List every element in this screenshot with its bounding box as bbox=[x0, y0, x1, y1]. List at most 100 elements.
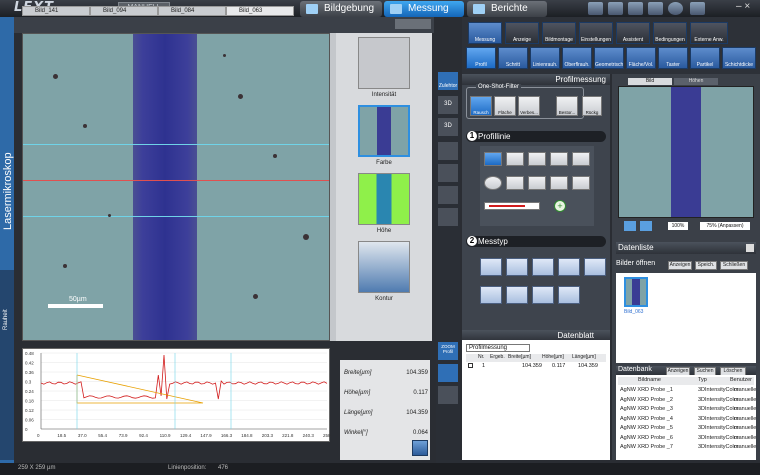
ribbon-assistent[interactable]: Assistent bbox=[616, 22, 650, 44]
zoom-out-tool[interactable]: Zulehtor bbox=[438, 72, 458, 90]
polyline-icon[interactable] bbox=[550, 176, 568, 190]
tool-partikel[interactable]: Partikel bbox=[690, 47, 720, 69]
measure-peak-icon[interactable] bbox=[558, 286, 580, 304]
layer-tool[interactable] bbox=[438, 186, 458, 204]
thumb-contour[interactable] bbox=[358, 241, 410, 293]
datasheet-select[interactable]: Profilmessung bbox=[466, 344, 530, 352]
thumb-intensity[interactable] bbox=[358, 37, 410, 89]
tool-flaeche-vol[interactable]: Fläche/Vol. bbox=[626, 47, 656, 69]
measure-slope-icon[interactable] bbox=[480, 286, 502, 304]
image-tab-4[interactable]: Bild_063 bbox=[226, 6, 294, 16]
profile-graph[interactable]: 0.48 0.42 0.36 0.3 0.24 0.18 0.12 0.06 0 0 18.5 37.… bbox=[22, 348, 335, 442]
table-row[interactable]: AgNW XRD Probe _4 3DIntensityColor manuell… bbox=[618, 416, 756, 424]
filter-bestor[interactable]: Bestor... bbox=[556, 96, 578, 116]
line-vertical-icon[interactable] bbox=[506, 152, 524, 166]
save-as-icon[interactable] bbox=[608, 2, 623, 15]
thumb-color[interactable] bbox=[358, 105, 410, 157]
circle-line-icon[interactable] bbox=[484, 176, 502, 190]
filter-rueckgaengig[interactable]: Rückg bbox=[582, 96, 602, 116]
measure-slope-alt-icon[interactable] bbox=[506, 286, 528, 304]
multi-line-icon[interactable] bbox=[572, 176, 590, 190]
line-width-slider[interactable] bbox=[484, 202, 540, 210]
tool-schichtdicke[interactable]: Schichtdicke bbox=[722, 47, 756, 69]
brush-tool[interactable] bbox=[438, 142, 458, 160]
line-diagonal-alt-icon[interactable] bbox=[550, 152, 568, 166]
view-3d-alt-tool[interactable]: 3D bbox=[438, 118, 458, 136]
main-image[interactable]: 50µm bbox=[22, 33, 330, 341]
save-icon[interactable] bbox=[588, 2, 603, 15]
list-speichern-button[interactable]: Speich. bbox=[695, 261, 717, 270]
measure-triangle[interactable] bbox=[76, 374, 204, 404]
measure-point-icon[interactable] bbox=[584, 258, 606, 276]
tab-berichte[interactable]: Berichte bbox=[467, 1, 547, 17]
curve-icon[interactable] bbox=[528, 176, 546, 190]
ribbon-einstellungen[interactable]: Einstellungen bbox=[579, 22, 613, 44]
cursor-line-top[interactable] bbox=[23, 144, 329, 145]
zoom-out-icon[interactable] bbox=[640, 221, 652, 231]
filter-rausch[interactable]: Rausch bbox=[470, 96, 492, 116]
table-row[interactable]: AgNW XRD Probe _6 3DIntensityColor manuell… bbox=[618, 435, 756, 443]
row-checkbox[interactable] bbox=[468, 363, 473, 368]
tool-taster[interactable]: Taster bbox=[658, 47, 688, 69]
measure-check-icon[interactable] bbox=[532, 286, 554, 304]
zoom-value[interactable]: 100% bbox=[668, 222, 688, 230]
measure-step-icon[interactable] bbox=[480, 258, 502, 276]
profile-line[interactable] bbox=[23, 180, 329, 181]
tool-profil[interactable]: Profil bbox=[466, 47, 496, 69]
minimize-icon[interactable]: – × bbox=[736, 1, 750, 12]
thumb-height[interactable] bbox=[358, 173, 410, 225]
chart-tool[interactable] bbox=[438, 364, 458, 382]
view-3d-tool[interactable]: 3D bbox=[438, 96, 458, 114]
ribbon-messung[interactable]: Messung bbox=[468, 22, 502, 44]
print-icon[interactable] bbox=[628, 2, 643, 15]
zoom-fit[interactable]: 75% (Anpassen) bbox=[700, 222, 750, 230]
measure-circle-icon[interactable] bbox=[532, 258, 554, 276]
table-row[interactable]: AgNW XRD Probe _3 3DIntensityColor manuell… bbox=[618, 406, 756, 414]
measure-area-icon[interactable] bbox=[506, 258, 528, 276]
table-row[interactable]: 1 104.359 0.117 104.359 bbox=[466, 363, 606, 371]
ribbon-anzeige[interactable]: Anzeige bbox=[505, 22, 539, 44]
line-segment-icon[interactable] bbox=[572, 152, 590, 166]
preview-image[interactable] bbox=[618, 86, 754, 218]
ribbon-bildmontage[interactable]: Bildmontage bbox=[542, 22, 576, 44]
ribbon-externe[interactable]: Externe Anw. bbox=[690, 22, 728, 44]
tab-nav-arrows[interactable] bbox=[395, 19, 431, 29]
zoom-in-icon[interactable] bbox=[624, 221, 636, 231]
table-row[interactable]: AgNW XRD Probe _1 3DIntensityColor manuell… bbox=[618, 387, 756, 395]
tool-geometrisch[interactable]: Geometrisch bbox=[594, 47, 624, 69]
zoom-profile-tool[interactable]: ZOOM Profil bbox=[438, 342, 458, 360]
tool-linienrauheit[interactable]: Linienrauh. bbox=[530, 47, 560, 69]
layers-tool[interactable] bbox=[438, 386, 458, 404]
filter-verbessern[interactable]: Verbes... bbox=[518, 96, 540, 116]
preview-tab-bild[interactable]: Bild bbox=[628, 78, 672, 85]
table-row[interactable]: AgNW XRD Probe _2 3DIntensityColor manuell… bbox=[618, 397, 756, 405]
image-tab-2[interactable]: Bild_094 bbox=[90, 6, 158, 16]
circle-target-icon[interactable] bbox=[506, 176, 524, 190]
list-thumb[interactable] bbox=[624, 277, 648, 307]
image-tool[interactable] bbox=[438, 164, 458, 182]
image-tab-1[interactable]: Bild_141 bbox=[22, 6, 90, 16]
preview-tab-hoehen[interactable]: Höhen bbox=[674, 78, 718, 85]
crop-tool[interactable] bbox=[438, 208, 458, 226]
filter-flaeche[interactable]: Fläche bbox=[494, 96, 516, 116]
table-row[interactable]: AgNW XRD Probe _5 3DIntensityColor manuell… bbox=[618, 425, 756, 433]
tool-oberflaechenrauheit[interactable]: Oberflrauh. bbox=[562, 47, 592, 69]
tab-messung[interactable]: Messung bbox=[384, 1, 464, 17]
help-icon[interactable] bbox=[668, 2, 683, 15]
add-line-icon[interactable]: + bbox=[554, 200, 566, 212]
ribbon-bedingungen[interactable]: Bedingungen bbox=[653, 22, 687, 44]
list-schliessen-button[interactable]: Schließen bbox=[720, 261, 748, 270]
table-row[interactable]: AgNW XRD Probe _7 3DIntensityColor manuell… bbox=[618, 444, 756, 452]
key-icon[interactable] bbox=[690, 2, 705, 15]
tool-schritt[interactable]: Schritt bbox=[498, 47, 528, 69]
export-button[interactable] bbox=[412, 440, 428, 456]
tab-bildgebung[interactable]: Bildgebung bbox=[300, 1, 382, 17]
list-anzeigen-button[interactable]: Anzeigen bbox=[668, 261, 692, 270]
line-diagonal-icon[interactable] bbox=[528, 152, 546, 166]
measure-angle-icon[interactable] bbox=[558, 258, 580, 276]
line-horizontal-icon[interactable] bbox=[484, 152, 502, 166]
tools-icon[interactable] bbox=[648, 2, 663, 15]
collapse-icon[interactable] bbox=[746, 244, 754, 252]
cursor-line-bottom[interactable] bbox=[23, 216, 329, 217]
image-tab-3[interactable]: Bild_084 bbox=[158, 6, 226, 16]
